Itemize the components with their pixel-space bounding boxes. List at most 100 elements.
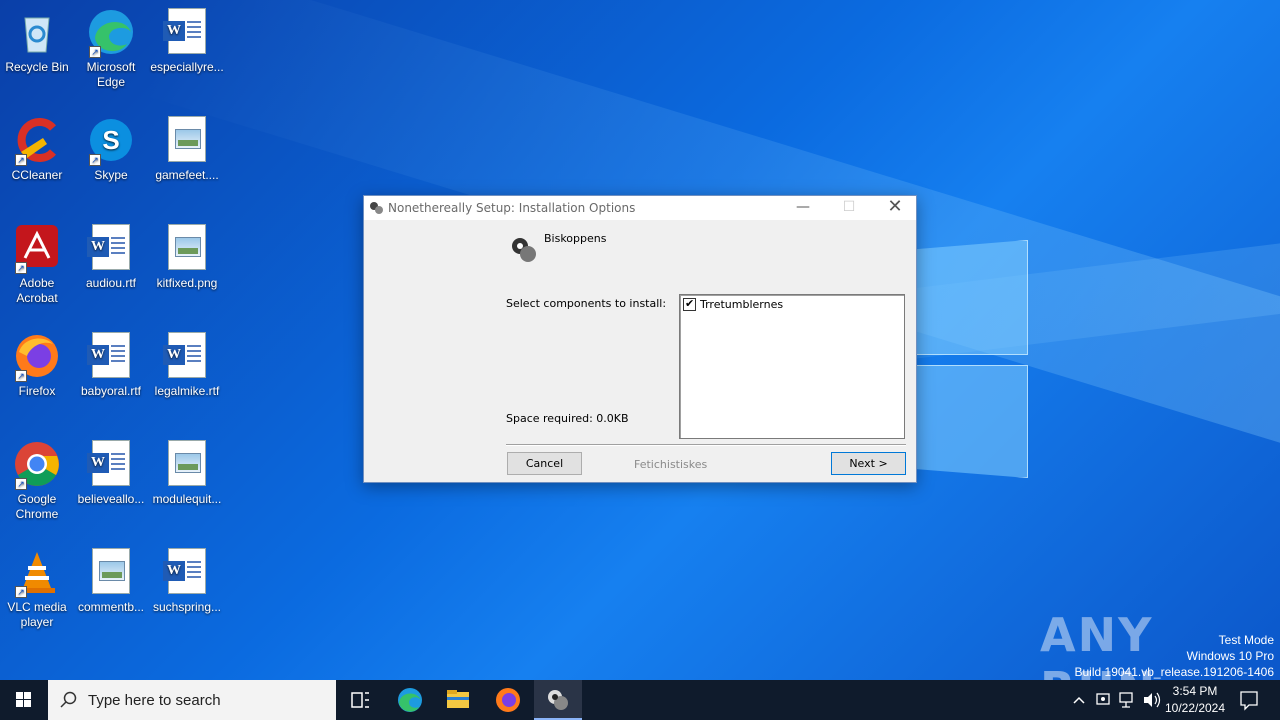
desktop-icon-legalmike[interactable]: W legalmike.rtf <box>150 332 224 399</box>
component-label: Trretumblernes <box>700 298 784 311</box>
desktop-icon-label: Adobe Acrobat <box>16 276 58 305</box>
installer-header-icon <box>508 234 540 264</box>
desktop-icon-label: Microsoft Edge <box>86 60 136 89</box>
desktop-icon-babyoral[interactable]: W babyoral.rtf <box>74 332 148 399</box>
folder-icon <box>447 690 469 708</box>
cancel-button[interactable]: Cancel <box>507 452 582 475</box>
desktop-icon-ccleaner[interactable]: ↗ CCleaner <box>0 116 74 183</box>
tray-overflow-chevron[interactable] <box>1068 680 1090 720</box>
desktop-icon-gamefeet[interactable]: gamefeet.... <box>150 116 224 183</box>
desktop-icon-label: CCleaner <box>11 168 63 182</box>
dialog-separator <box>506 444 906 446</box>
dialog-header-text: Biskoppens <box>544 232 607 245</box>
chevron-up-icon <box>1073 696 1085 704</box>
skype-icon: S ↗ <box>87 116 135 166</box>
svg-text:S: S <box>102 125 119 155</box>
clock-date: 10/22/2024 <box>1164 701 1226 715</box>
task-view-icon <box>351 692 369 708</box>
ccleaner-icon: ↗ <box>13 116 61 166</box>
recycle-bin-icon <box>13 8 61 56</box>
desktop-icon-label: Recycle Bin <box>5 60 69 74</box>
taskbar: Type here to search 3:54 PM 10/22/2024 <box>0 680 1280 720</box>
desktop-icon-especiallyre[interactable]: W especiallyre... <box>150 8 224 75</box>
desktop-icon-skype[interactable]: S ↗ Skype <box>74 116 148 183</box>
network-icon <box>1119 692 1133 708</box>
chrome-icon: ↗ <box>13 440 61 490</box>
taskbar-edge[interactable] <box>386 680 434 720</box>
windows-logo-wallpaper <box>905 240 1030 480</box>
test-mode-line: Test Mode <box>1218 633 1274 647</box>
installer-app-icon <box>369 201 384 215</box>
build-line: Build 19041.vb_release.191206-1406 <box>1074 665 1275 679</box>
components-list[interactable]: Trretumblernes <box>679 294 905 439</box>
desktop-icon-recycle-bin[interactable]: Recycle Bin <box>0 8 74 75</box>
clock-time: 3:54 PM <box>1172 684 1218 698</box>
vlc-icon: ↗ <box>13 548 61 598</box>
desktop-icon-label: babyoral.rtf <box>80 384 142 398</box>
taskbar-setup-app[interactable] <box>534 680 582 720</box>
desktop-icon-commentb[interactable]: commentb... <box>74 548 148 615</box>
desktop-icon-label: gamefeet.... <box>155 168 219 182</box>
word-document-icon: W <box>163 548 211 596</box>
desktop-icon-modulequit[interactable]: modulequit... <box>150 440 224 507</box>
desktop-icon-label: believeallo... <box>77 492 145 506</box>
word-document-icon: W <box>163 332 211 380</box>
taskbar-clock[interactable]: 3:54 PM 10/22/2024 <box>1160 683 1230 717</box>
space-required-label: Space required: 0.0KB <box>506 412 629 425</box>
tray-meet-now[interactable] <box>1092 680 1114 720</box>
desktop-icon-label: kitfixed.png <box>156 276 218 290</box>
desktop-icon-edge[interactable]: ↗ Microsoft Edge <box>74 8 148 90</box>
firefox-icon: ↗ <box>13 332 61 382</box>
desktop-icon-adobe-acrobat[interactable]: ↗ Adobe Acrobat <box>0 224 74 306</box>
action-center-button[interactable] <box>1234 680 1264 720</box>
desktop-icon-label: especiallyre... <box>150 60 224 74</box>
image-file-icon <box>163 440 211 488</box>
desktop-icon-label: Google Chrome <box>15 492 59 521</box>
setup-dialog: Nonethereally Setup: Installation Option… <box>363 195 917 483</box>
installer-brand-text: Fetichistiskes <box>634 458 708 471</box>
firefox-icon <box>496 688 520 712</box>
desktop-icon-audiou[interactable]: W audiou.rtf <box>74 224 148 291</box>
taskbar-file-explorer[interactable] <box>434 680 482 720</box>
close-button[interactable]: ✕ <box>872 196 918 220</box>
word-document-icon: W <box>163 8 211 56</box>
task-view-button[interactable] <box>336 680 384 720</box>
desktop-icon-label: VLC media player <box>7 600 67 629</box>
desktop-icon-suchspring[interactable]: W suchspring... <box>150 548 224 615</box>
word-document-icon: W <box>87 332 135 380</box>
desktop-icon-label: suchspring... <box>152 600 222 614</box>
component-checkbox[interactable] <box>683 297 696 311</box>
desktop-icon-chrome[interactable]: ↗ Google Chrome <box>0 440 74 522</box>
meet-now-icon <box>1096 693 1110 705</box>
maximize-button: ☐ <box>842 199 856 215</box>
dialog-left-pane <box>364 220 506 482</box>
tray-network[interactable] <box>1116 680 1138 720</box>
desktop-icon-kitfixed[interactable]: kitfixed.png <box>150 224 224 291</box>
edge-icon <box>398 688 422 712</box>
component-item[interactable]: Trretumblernes <box>683 297 784 311</box>
next-button[interactable]: Next > <box>831 452 906 475</box>
minimize-button[interactable]: — <box>780 196 826 220</box>
desktop-icon-label: Firefox <box>18 384 56 398</box>
taskbar-search-box[interactable]: Type here to search <box>48 680 336 720</box>
dialog-title: Nonethereally Setup: Installation Option… <box>388 201 636 215</box>
taskbar-firefox[interactable] <box>484 680 532 720</box>
search-placeholder: Type here to search <box>88 692 221 709</box>
desktop-icon-label: audiou.rtf <box>85 276 137 290</box>
desktop-icon-firefox[interactable]: ↗ Firefox <box>0 332 74 399</box>
desktop-icon-label: Skype <box>94 168 128 182</box>
desktop-icon-vlc[interactable]: ↗ VLC media player <box>0 548 74 630</box>
edge-icon: ↗ <box>87 8 135 58</box>
desktop-icon-label: commentb... <box>77 600 145 614</box>
word-document-icon: W <box>87 224 135 272</box>
desktop-icon-label: modulequit... <box>152 492 222 506</box>
search-icon <box>60 691 77 708</box>
start-button[interactable] <box>0 680 48 720</box>
word-document-icon: W <box>87 440 135 488</box>
adobe-acrobat-icon: ↗ <box>13 224 61 274</box>
desktop-icon-believeallo[interactable]: W believeallo... <box>74 440 148 507</box>
dialog-titlebar[interactable]: Nonethereally Setup: Installation Option… <box>364 196 916 220</box>
tray-volume[interactable] <box>1140 680 1162 720</box>
desktop-icon-label: legalmike.rtf <box>154 384 220 398</box>
image-file-icon <box>163 224 211 272</box>
